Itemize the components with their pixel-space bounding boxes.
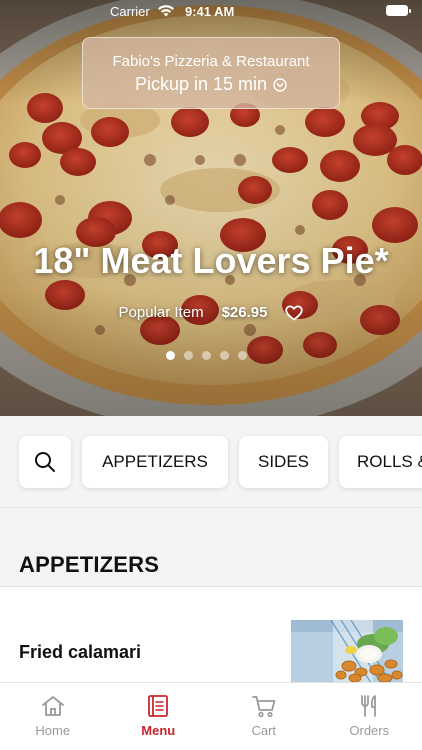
status-bar: Carrier 9:41 AM [0,0,422,24]
hero-banner[interactable]: Carrier 9:41 AM Fabio's Pizzeria & Resta… [0,0,422,416]
chevron-down-circle-icon [273,77,287,92]
featured-item-meta: Popular Item $26.95 [0,304,422,321]
category-chip-sides[interactable]: SIDES [239,436,328,488]
carousel-dot[interactable] [238,351,247,360]
menu-item[interactable]: Fried calamari [0,587,422,683]
popular-tag: Popular Item [118,304,204,321]
menu-icon [148,695,169,717]
category-bar: APPETIZERS SIDES ROLLS & [0,416,422,508]
calamari-photo [291,620,403,683]
pickup-label: Pickup in 15 min [134,74,268,94]
bottom-tab-bar: Home Menu Cart Orders [0,682,422,750]
cart-icon [251,696,276,718]
featured-price: $26.95 [221,304,268,321]
fork-knife-icon [361,695,377,717]
carousel-dot[interactable] [202,351,211,360]
tab-orders-label: Orders [349,723,390,738]
featured-item-title: 18" Meat Lovers Pie* [33,240,389,281]
heart-icon[interactable] [285,305,304,321]
carousel-dot[interactable] [220,351,229,360]
pickup-time[interactable]: Pickup in 15 min [135,74,287,95]
menu-item-photo [291,620,403,683]
tab-menu[interactable]: Menu [106,683,212,750]
store-name: Fabio's Pizzeria & Restaurant [112,53,310,70]
battery-icon [386,5,411,16]
tab-home-label: Home [35,723,71,738]
tab-cart[interactable]: Cart [211,683,317,750]
tab-menu-label: Menu [141,723,176,738]
menu-section-header: APPETIZERS [0,508,422,586]
carousel-dot[interactable] [184,351,193,360]
category-chip-appetizers[interactable]: APPETIZERS [82,436,228,488]
tab-home[interactable]: Home [0,683,106,750]
status-time: 9:41 AM [185,4,235,19]
tab-orders[interactable]: Orders [317,683,422,750]
search-button[interactable] [19,436,71,488]
carousel-dot[interactable] [166,351,175,360]
category-chip-rolls[interactable]: ROLLS & [339,436,422,488]
wifi-icon [158,5,174,17]
home-icon [41,696,64,716]
carrier-label: Carrier [110,4,150,19]
app-screen: Carrier 9:41 AM Fabio's Pizzeria & Resta… [0,0,422,750]
carousel-page-indicator[interactable] [166,351,247,360]
search-icon [35,452,55,472]
menu-item-name: Fried calamari [19,642,142,662]
store-selector[interactable]: Fabio's Pizzeria & Restaurant Pickup in … [82,37,340,109]
section-title: APPETIZERS [19,552,160,577]
tab-cart-label: Cart [251,723,277,738]
